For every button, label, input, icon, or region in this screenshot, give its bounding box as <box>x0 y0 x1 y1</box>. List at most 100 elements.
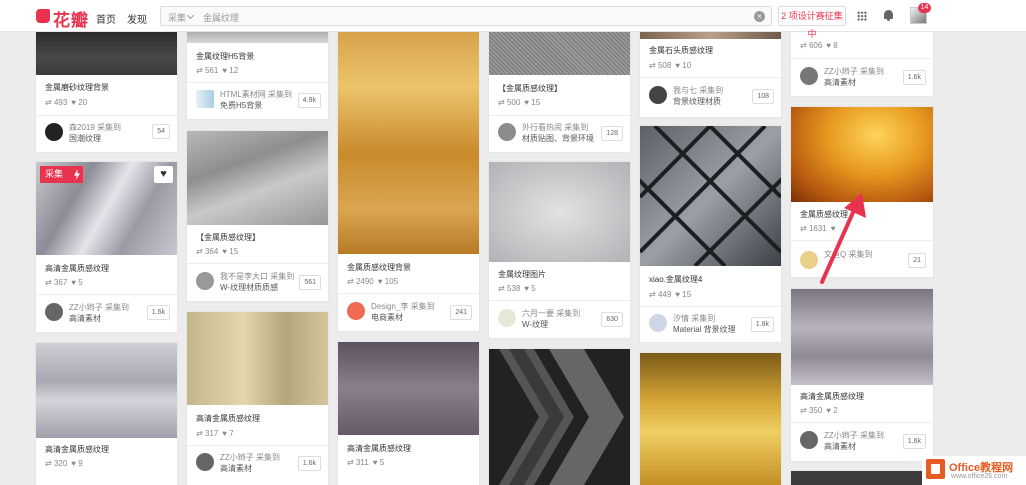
avatar[interactable] <box>800 431 818 449</box>
nav-home[interactable]: 首页 <box>96 11 116 26</box>
collector-line[interactable]: 森2019 采集到 <box>69 123 121 133</box>
like-count: 5 <box>379 458 385 467</box>
logo-icon[interactable] <box>36 9 50 23</box>
pin-card[interactable]: 高清金属质感纹理 ⇄ 320 ♥ 9 <box>36 343 177 485</box>
apps-grid-icon[interactable] <box>857 11 867 21</box>
board-name[interactable]: 免费H5背景 <box>220 101 262 111</box>
divider <box>187 82 328 83</box>
pin-image[interactable] <box>338 31 479 254</box>
pin-stats: ⇄ 449 ♥ 15 <box>649 290 692 299</box>
pin-card[interactable] <box>791 471 933 485</box>
pin-image[interactable] <box>338 342 479 435</box>
search-input[interactable]: 金属纹理 <box>203 11 239 24</box>
heart-icon[interactable]: ♥ <box>154 166 173 183</box>
pin-card[interactable] <box>640 353 781 485</box>
board-name[interactable]: W-纹理材质质感 <box>220 283 278 293</box>
collector-line[interactable]: 汐情 采集到 <box>673 314 715 324</box>
pin-stats: ⇄ 311 ♥ 5 <box>347 458 385 467</box>
pin-card[interactable]: 金属石头质感纹理 ⇄ 508 ♥ 10 我与七 采集到 背景纹理材质 108 <box>640 31 781 117</box>
pin-image[interactable] <box>187 31 328 43</box>
avatar[interactable] <box>347 302 365 320</box>
divider <box>338 293 479 294</box>
pin-card[interactable]: 高清金属质感纹理 ⇄ 350 ♥ 2 ZZ小辫子 采集到 高清素材 1.6k <box>791 289 933 461</box>
divider <box>36 294 177 295</box>
collector-line[interactable]: ZZ小辫子 采集到 <box>824 431 884 441</box>
pin-image[interactable] <box>36 343 177 438</box>
pin-card[interactable]: 金属质感纹理背景 ⇄ 2490 ♥ 105 Design_李 采集到 电商素材 2… <box>338 31 479 331</box>
pin-title: 高清金属质感纹理 <box>800 392 864 401</box>
collector-line[interactable]: ZZ小辫子 采集到 <box>824 67 884 77</box>
avatar[interactable] <box>196 272 214 290</box>
board-name[interactable]: W-纹理 <box>522 320 548 330</box>
pin-card[interactable]: 金属磨砂纹理背景 ⇄ 493 ♥ 20 森2019 采集到 国潮纹理 54 <box>36 31 177 152</box>
pin-image[interactable] <box>640 31 781 39</box>
search-scope-select[interactable]: 采集 <box>168 11 186 24</box>
pin-card[interactable]: 【金属质感纹理】 ⇄ 500 ♥ 15 外行看热闹 采集到 材质贴图、背景环境 1… <box>489 31 630 152</box>
divider <box>489 115 630 116</box>
avatar[interactable] <box>45 303 63 321</box>
board-count: 21 <box>908 253 926 268</box>
avatar[interactable] <box>800 67 818 85</box>
repin-count: 317 <box>204 429 219 438</box>
nav-discover[interactable]: 发现 <box>127 11 147 26</box>
board-name[interactable]: 背景纹理材质 <box>673 97 721 107</box>
pin-image[interactable] <box>187 131 328 225</box>
board-name[interactable]: 高清素材 <box>824 442 856 452</box>
avatar[interactable] <box>45 123 63 141</box>
collect-button[interactable]: 采集 <box>40 166 84 183</box>
avatar[interactable] <box>196 453 214 471</box>
chevron-down-icon[interactable] <box>186 11 195 20</box>
pin-image[interactable] <box>640 126 781 268</box>
board-name[interactable]: 高清素材 <box>220 464 252 474</box>
pin-card[interactable]: 采集 ♥ 高清金属质感纹理 ⇄ 367 ♥ 5 ZZ小辫子 采集到 高清素材 1.… <box>36 162 177 332</box>
avatar[interactable] <box>649 86 667 104</box>
pin-card[interactable]: 金属纹理H5背景 ⇄ 561 ♥ 12 HTML素材网 采集到 免费H5背景 4.… <box>187 31 328 119</box>
collector-line[interactable]: Design_李 采集到 <box>371 302 435 312</box>
board-name[interactable]: 高清素材 <box>69 314 101 324</box>
pin-card[interactable] <box>489 349 630 485</box>
collector-line[interactable]: ZZ小辫子 采集到 <box>69 303 129 313</box>
repin-count: 508 <box>657 61 672 70</box>
pin-card[interactable]: 金属纹理图片 ⇄ 538 ♥ 5 六月一要 采集到 W-纹理 630 <box>489 162 630 338</box>
avatar[interactable] <box>196 90 214 108</box>
logo-text[interactable]: 花瓣 <box>53 6 89 31</box>
board-name[interactable]: 材质贴图、背景环境 <box>522 134 594 144</box>
pin-image[interactable] <box>791 471 933 485</box>
avatar[interactable] <box>498 123 516 141</box>
collector-line[interactable]: 我不是李大口 采集到 <box>220 272 294 282</box>
repin-count: 449 <box>657 290 672 299</box>
pin-image[interactable] <box>489 31 630 75</box>
search-bar[interactable]: 采集 金属纹理 × <box>160 6 772 26</box>
pin-image[interactable] <box>489 349 630 485</box>
pin-title: 高清金属质感纹理 <box>347 444 411 453</box>
collector-line[interactable]: ZZ小辫子 采集到 <box>220 453 280 463</box>
pin-card[interactable]: 【金属质感纹理】 ⇄ 364 ♥ 15 我不是李大口 采集到 W-纹理材质质感 5… <box>187 131 328 301</box>
avatar[interactable] <box>498 309 516 327</box>
board-count: 630 <box>601 312 623 327</box>
board-name[interactable]: 电商素材 <box>371 313 403 323</box>
pin-card[interactable]: 高清金属质感纹理 ⇄ 317 ♥ 7 ZZ小辫子 采集到 高清素材 1.6k <box>187 312 328 485</box>
collector-line[interactable]: 六月一要 采集到 <box>522 309 580 319</box>
collector-line[interactable]: HTML素材网 采集到 <box>220 90 292 100</box>
pin-image[interactable] <box>187 312 328 405</box>
board-name[interactable]: Material 背景纹理 <box>673 325 736 335</box>
clear-icon[interactable]: × <box>754 11 765 22</box>
repin-count: 320 <box>53 459 68 468</box>
contest-link[interactable]: 2 项设计赛征集中 <box>778 6 846 39</box>
pin-image[interactable] <box>489 162 630 262</box>
pin-card[interactable]: 高清金属质感纹理 ⇄ 311 ♥ 5 <box>338 342 479 485</box>
collector-line[interactable]: 外行看热闹 采集到 <box>522 123 588 133</box>
pin-image[interactable] <box>36 31 177 75</box>
pin-card[interactable]: xiao.金属纹理4 ⇄ 449 ♥ 15 汐情 采集到 Material 背景纹… <box>640 126 781 342</box>
board-count: 1.6k <box>297 456 321 471</box>
pin-image[interactable] <box>791 289 933 385</box>
pin-image[interactable] <box>791 107 933 202</box>
board-name[interactable]: 国潮纹理 <box>69 134 101 144</box>
board-count: 54 <box>152 124 170 139</box>
board-name[interactable]: 高清素材 <box>824 78 856 88</box>
avatar[interactable] <box>649 314 667 332</box>
board-count: 108 <box>752 89 774 104</box>
pin-image[interactable] <box>640 353 781 485</box>
collector-line[interactable]: 我与七 采集到 <box>673 86 723 96</box>
bell-icon[interactable] <box>884 10 893 21</box>
